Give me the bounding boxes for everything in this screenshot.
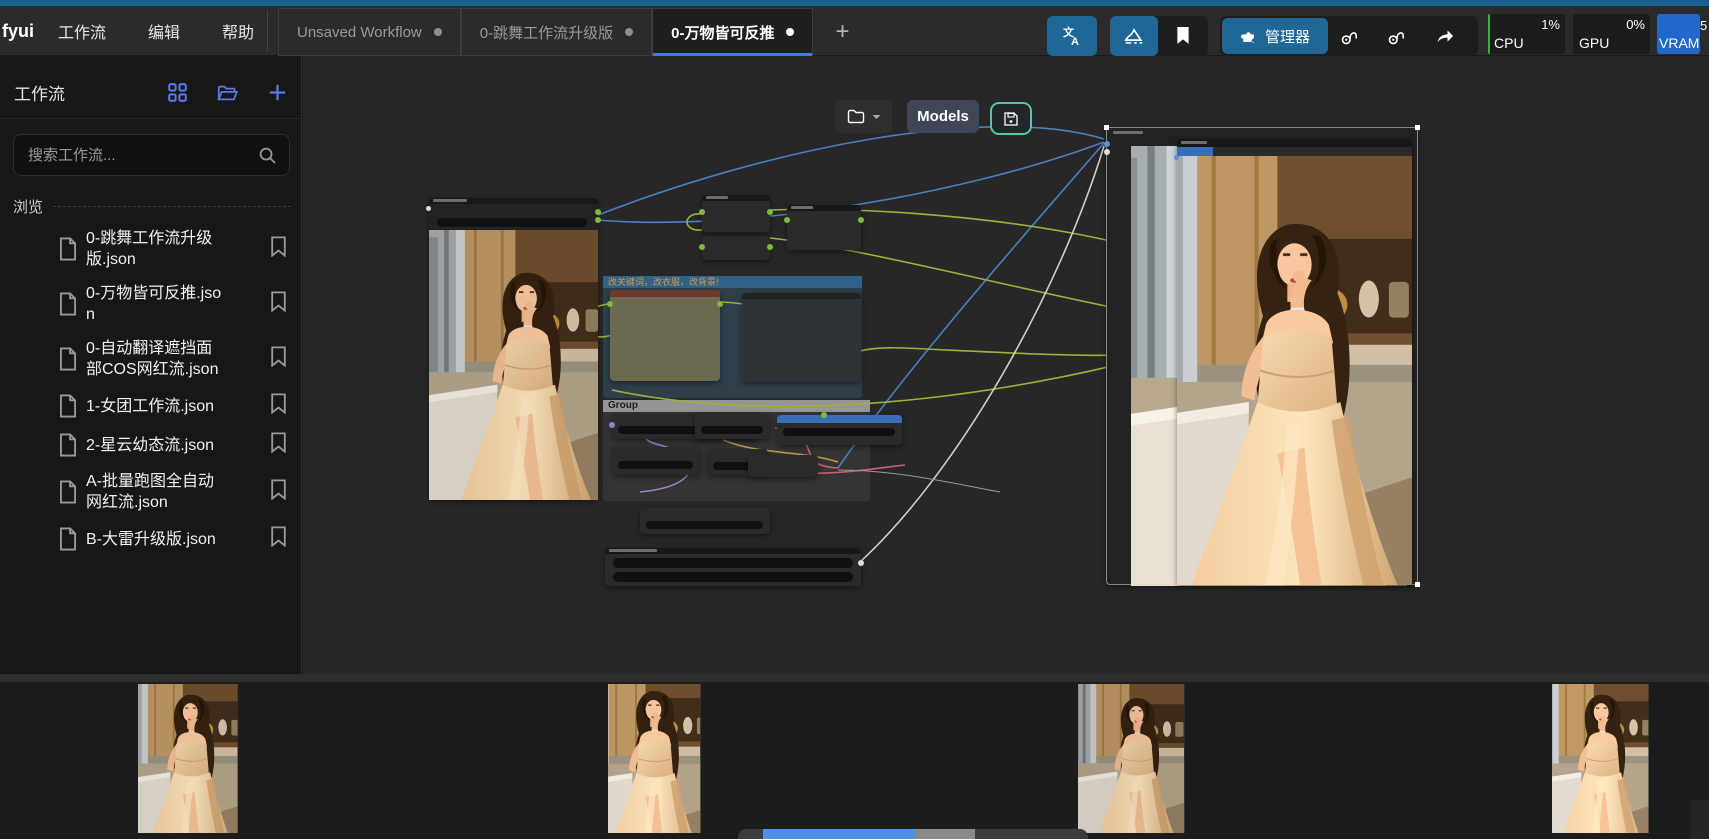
node-group-title: Group (603, 400, 870, 412)
input-dot[interactable] (426, 206, 431, 211)
group-node-2[interactable] (695, 413, 770, 439)
sidebar-separator (0, 118, 301, 119)
document-icon (58, 433, 78, 457)
corner-panel-edge (1690, 800, 1709, 839)
output-dot[interactable] (595, 209, 601, 215)
workflow-item-1[interactable]: 0-万物皆可反推.json (0, 283, 301, 325)
bookmark-icon[interactable] (270, 346, 287, 367)
bookmark-icon[interactable] (270, 291, 287, 312)
small-node-3[interactable] (787, 205, 861, 250)
document-icon (58, 527, 78, 551)
comfyui-screen: fyui 工作流编辑帮助 Unsaved Workflow0-跳舞工作流升级版0… (0, 0, 1709, 839)
gallery-scrollbar[interactable] (738, 829, 1088, 839)
bookmark-icon[interactable] (270, 432, 287, 453)
workflow-list: 0-跳舞工作流升级版.json 0-万物皆可反推.json 0-自动翻译遮挡面部CO… (0, 228, 301, 552)
result-image-front (1177, 156, 1412, 585)
browse-section-label[interactable]: 浏览 (13, 196, 43, 217)
gallery-thumbnail-3[interactable] (1078, 684, 1190, 833)
bookmark-icon[interactable] (270, 526, 287, 547)
app-window: 改关键词，改衣服，改背景! Group (0, 0, 1709, 674)
document-icon (58, 480, 78, 504)
search-icon (258, 146, 277, 165)
sidebar-title: 工作流 (14, 80, 168, 105)
workflow-filename: 1-女团工作流.json (86, 396, 228, 417)
workflow-search (13, 134, 290, 176)
folder-icon (847, 109, 866, 125)
bookmark-icon[interactable] (270, 236, 287, 257)
scrollbar-thumb[interactable] (763, 829, 915, 839)
group-node-5[interactable] (748, 455, 818, 477)
small-node-2[interactable] (702, 236, 770, 260)
document-icon (58, 347, 78, 371)
node-progress-chip (1177, 147, 1213, 156)
workflow-item-2[interactable]: 0-自动翻译遮挡面部COS网红流.json (0, 338, 301, 380)
search-input[interactable] (26, 146, 258, 165)
node-image-preview (429, 230, 598, 500)
small-node-1[interactable] (702, 195, 770, 232)
output-dot-2[interactable] (595, 217, 601, 223)
workflow-item-6[interactable]: B-大雷升级版.json (0, 526, 301, 552)
prompt-text-node[interactable] (610, 290, 720, 381)
node-widget[interactable] (437, 218, 587, 227)
node-progress-row (1177, 147, 1412, 156)
lower-node-1[interactable] (640, 508, 770, 534)
workflow-filename: 0-万物皆可反推.json (86, 283, 228, 325)
workflows-sidebar: 工作流 (0, 56, 302, 674)
gallery-thumbnail-2[interactable] (608, 684, 720, 833)
save-floppy-icon (1003, 111, 1019, 127)
document-icon (58, 394, 78, 418)
result-image-node-front[interactable] (1177, 139, 1412, 585)
new-workflow-plus-icon[interactable] (268, 83, 287, 102)
workflow-folder-button[interactable] (835, 100, 892, 133)
workflow-item-0[interactable]: 0-跳舞工作流升级版.json (0, 228, 301, 270)
wide-bottom-node[interactable] (605, 548, 861, 586)
browse-section-divider (53, 206, 291, 207)
workflow-filename: B-大雷升级版.json (86, 529, 228, 550)
bookmark-icon[interactable] (270, 393, 287, 414)
models-label: Models (917, 108, 969, 125)
document-icon (58, 292, 78, 316)
scrollbar-segment (915, 829, 975, 839)
group-node-blue[interactable] (777, 415, 902, 445)
load-image-node[interactable] (429, 198, 598, 500)
grid-view-icon[interactable] (168, 83, 187, 102)
gallery-thumbnail-4[interactable] (1552, 684, 1664, 833)
open-folder-icon[interactable] (217, 84, 238, 102)
models-button[interactable]: Models (907, 100, 979, 133)
workflow-item-3[interactable]: 1-女团工作流.json (0, 393, 301, 419)
workflow-filename: 0-自动翻译遮挡面部COS网红流.json (86, 338, 228, 380)
document-icon (58, 237, 78, 261)
workflow-item-5[interactable]: A-批量跑图全自动网红流.json (0, 471, 301, 513)
workflow-filename: 0-跳舞工作流升级版.json (86, 228, 228, 270)
image-gallery-strip (0, 682, 1709, 839)
window-bottom-edge (0, 674, 1709, 682)
prompt-group-title: 改关键词，改衣服，改背景! (603, 276, 862, 288)
group-node-3[interactable] (612, 447, 700, 475)
gallery-thumbnail-1[interactable] (138, 684, 250, 833)
save-workflow-button[interactable] (990, 102, 1032, 135)
bookmark-icon[interactable] (270, 479, 287, 500)
prompt-side-node[interactable] (742, 293, 861, 382)
workflow-item-4[interactable]: 2-星云幼态流.json (0, 432, 301, 458)
caret-down-icon (872, 114, 881, 120)
workflow-filename: A-批量跑图全自动网红流.json (86, 471, 228, 513)
workflow-filename: 2-星云幼态流.json (86, 435, 228, 456)
